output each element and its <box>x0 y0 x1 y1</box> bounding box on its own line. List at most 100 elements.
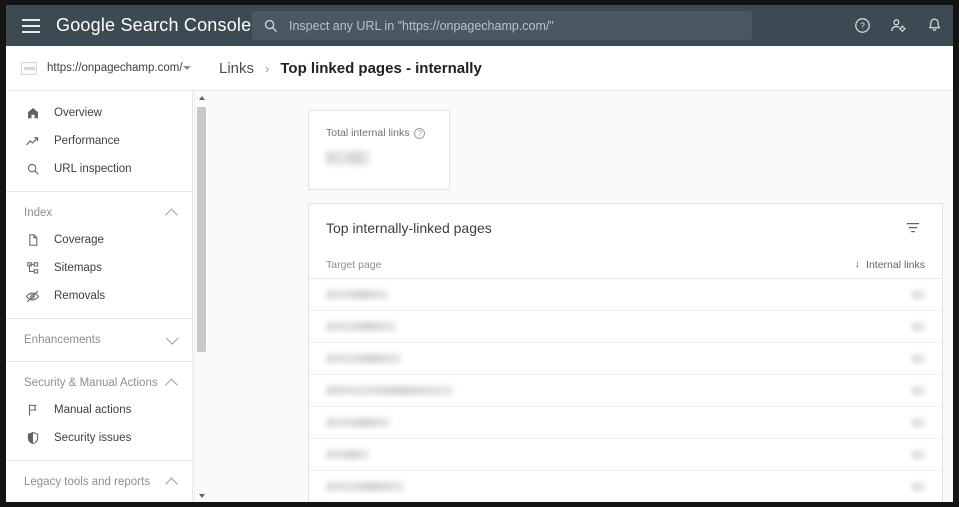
app-logo[interactable]: Google Search Console <box>56 15 251 36</box>
card-header: Top internally-linked pages <box>309 204 942 251</box>
column-target-page[interactable]: Target page <box>326 259 855 271</box>
chevron-up-icon[interactable] <box>165 208 178 221</box>
sub-header: https://onpagechamp.com/ Links › Top lin… <box>6 46 953 91</box>
sidebar-label: Sitemaps <box>54 262 102 274</box>
chevron-down-icon[interactable] <box>182 66 191 70</box>
scrollbar-thumb[interactable] <box>197 107 206 352</box>
cell-target-page-redacted <box>326 482 404 491</box>
sidebar-item-coverage[interactable]: Coverage <box>6 226 192 254</box>
sidebar-group-label: Legacy tools and reports <box>24 476 150 488</box>
chevron-up-icon[interactable] <box>165 378 178 391</box>
sidebar-label: URL inspection <box>54 163 132 175</box>
sidebar-item-performance[interactable]: Performance <box>6 127 192 155</box>
cell-internal-links-redacted <box>912 322 925 331</box>
home-icon <box>24 106 41 120</box>
stat-label-row: Total internal links ? <box>326 127 449 139</box>
sidebar-group-enhancements[interactable]: Enhancements <box>6 327 192 353</box>
table-row[interactable] <box>309 471 942 502</box>
column-internal-links[interactable]: ↓ Internal links <box>855 259 925 271</box>
table-body <box>309 279 942 502</box>
sidebar-group-security[interactable]: Security & Manual Actions <box>6 370 192 396</box>
cell-internal-links-redacted <box>912 290 925 299</box>
notifications-icon[interactable] <box>926 17 943 34</box>
sitemap-icon <box>24 261 41 275</box>
sidebar-item-international-targeting[interactable]: International targeting <box>6 495 192 502</box>
sidebar-label: Security issues <box>54 432 132 444</box>
sidebar-label: Overview <box>54 107 102 119</box>
sidebar-item-sitemaps[interactable]: Sitemaps <box>6 254 192 282</box>
document-icon <box>24 233 41 247</box>
help-icon[interactable]: ? <box>854 17 871 34</box>
svg-text:?: ? <box>860 21 865 31</box>
main-content: Total internal links ? Top internally-li… <box>207 91 953 502</box>
cell-internal-links-redacted <box>912 354 925 363</box>
sidebar-group-label: Security & Manual Actions <box>24 377 158 389</box>
property-favicon <box>21 61 37 75</box>
cell-target-page-redacted <box>326 450 369 459</box>
help-icon[interactable]: ? <box>414 127 426 139</box>
sidebar-group-label: Enhancements <box>24 334 101 346</box>
property-selector[interactable]: https://onpagechamp.com/ <box>6 46 193 90</box>
header-actions: ? <box>854 5 943 46</box>
chevron-right-icon: › <box>265 60 270 76</box>
sidebar-item-security-issues[interactable]: Security issues <box>6 424 192 452</box>
divider <box>6 460 192 461</box>
sidebar-group-index[interactable]: Index <box>6 200 192 226</box>
sidebar-item-manual-actions[interactable]: Manual actions <box>6 396 192 424</box>
divider <box>6 361 192 362</box>
app-header: Google Search Console ? <box>6 5 953 46</box>
eye-off-icon <box>24 289 41 304</box>
cell-internal-links-redacted <box>912 386 925 395</box>
cell-internal-links-redacted <box>912 482 925 491</box>
property-label: https://onpagechamp.com/ <box>47 62 183 74</box>
breadcrumb-parent[interactable]: Links <box>219 60 254 77</box>
divider <box>6 191 192 192</box>
browser-frame: Google Search Console ? <box>6 5 953 502</box>
top-linked-pages-card: Top internally-linked pages Target page … <box>308 203 943 502</box>
stat-label: Total internal links <box>326 127 410 139</box>
sidebar-nav: Overview Performance URL inspection Inde… <box>6 91 193 502</box>
flag-icon <box>24 403 41 417</box>
page-title: Top linked pages - internally <box>280 59 482 77</box>
search-icon <box>263 18 278 33</box>
search-icon <box>24 162 41 176</box>
sidebar-group-legacy[interactable]: Legacy tools and reports <box>6 469 192 495</box>
table-row[interactable] <box>309 279 942 311</box>
sidebar-label: Removals <box>54 290 106 302</box>
cell-internal-links-redacted <box>912 418 925 427</box>
sidebar-label: Performance <box>54 135 120 147</box>
brand-primary: Google <box>56 15 116 35</box>
table-row[interactable] <box>309 375 942 407</box>
sidebar-item-overview[interactable]: Overview <box>6 99 192 127</box>
cell-target-page-redacted <box>326 290 388 299</box>
sidebar-group-label: Index <box>24 207 53 219</box>
chevron-up-icon[interactable] <box>165 477 178 490</box>
cell-target-page-redacted <box>326 418 390 427</box>
divider <box>6 318 192 319</box>
stat-value-redacted <box>326 151 370 165</box>
sidebar-label: Coverage <box>54 234 104 246</box>
filter-icon[interactable] <box>901 216 925 240</box>
card-title: Top internally-linked pages <box>326 219 492 236</box>
table-row[interactable] <box>309 439 942 471</box>
shield-icon <box>24 431 41 445</box>
table-row[interactable] <box>309 407 942 439</box>
breadcrumb: Links › Top linked pages - internally <box>219 46 482 90</box>
total-internal-links-card: Total internal links ? <box>308 110 450 190</box>
table-row[interactable] <box>309 311 942 343</box>
sidebar-item-removals[interactable]: Removals <box>6 282 192 310</box>
cell-internal-links-redacted <box>912 450 925 459</box>
column-internal-links-label: Internal links <box>866 258 925 271</box>
table-row[interactable] <box>309 343 942 375</box>
chevron-down-icon[interactable] <box>165 331 179 345</box>
menu-icon[interactable] <box>22 18 40 33</box>
table-column-header: Target page ↓ Internal links <box>309 251 942 279</box>
cell-target-page-redacted <box>326 386 453 395</box>
sidebar-scrollbar[interactable] <box>194 91 207 502</box>
search-input[interactable] <box>289 18 729 33</box>
url-inspection-search[interactable] <box>252 11 752 40</box>
sidebar-item-url-inspection[interactable]: URL inspection <box>6 155 192 183</box>
sidebar-label: Manual actions <box>54 404 132 416</box>
account-settings-icon[interactable] <box>889 17 908 34</box>
brand-secondary: Search Console <box>120 15 252 35</box>
